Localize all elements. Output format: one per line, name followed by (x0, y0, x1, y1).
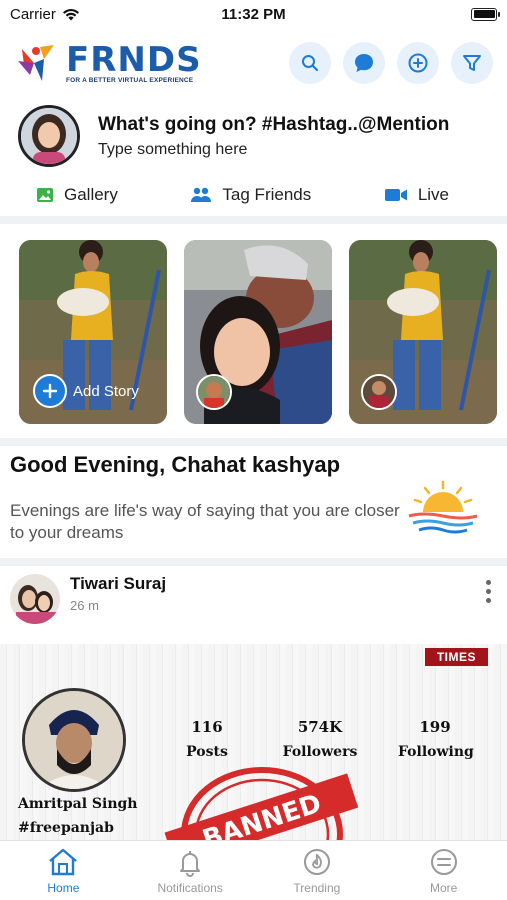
live-button[interactable]: Live (384, 185, 449, 205)
logo-mark-icon (18, 45, 54, 81)
media-profile-handle: #freepanjab (18, 820, 114, 836)
post-header: Tiwari Suraj 26 m (10, 574, 497, 626)
post-composer[interactable]: What's going on? #Hashtag..@Mention Type… (0, 104, 507, 168)
post-media[interactable]: TIMES Amritpal Singh #freepanjab 116 Pos… (0, 644, 507, 840)
tab-home-label: Home (47, 881, 80, 895)
greeting-text: Evenings are life's way of saying that y… (10, 501, 400, 542)
story-user-avatar (361, 374, 397, 410)
banned-stamp: BANNED (164, 767, 359, 840)
add-story-label: Add Story (73, 382, 139, 400)
post-author-name[interactable]: Tiwari Suraj (70, 574, 166, 594)
story-user-avatar (196, 374, 232, 410)
user-avatar-image (21, 108, 77, 164)
tag-friends-label: Tag Friends (222, 185, 312, 204)
gallery-button[interactable]: Gallery (36, 185, 118, 205)
create-button[interactable] (397, 42, 439, 84)
search-button[interactable] (289, 42, 331, 84)
post-timestamp: 26 m (70, 598, 99, 613)
tab-more-label: More (429, 881, 458, 895)
app-logo[interactable]: FRNDS FOR A BETTER VIRTUAL EXPERIENCE (14, 39, 202, 87)
filter-button[interactable] (451, 42, 493, 84)
sunset-icon (408, 480, 478, 534)
tag-friends-button[interactable]: Tag Friends (190, 185, 311, 205)
add-story-button[interactable]: Add Story (33, 374, 139, 408)
tab-more[interactable]: More (380, 841, 507, 900)
search-icon (302, 55, 319, 72)
composer-prompt: What's going on? #Hashtag..@Mention (98, 113, 450, 135)
gallery-icon (37, 188, 53, 202)
video-camera-icon (384, 189, 407, 201)
add-story-card[interactable]: Add Story (19, 240, 167, 424)
flame-icon (303, 849, 330, 875)
chat-icon (355, 54, 373, 72)
divider (0, 558, 507, 566)
user-avatar[interactable] (18, 105, 80, 167)
add-icon (408, 53, 428, 73)
gallery-label: Gallery (64, 185, 118, 204)
plus-icon (33, 374, 67, 408)
carrier-label: Carrier (10, 5, 56, 23)
more-vertical-icon (486, 580, 491, 585)
logo-tagline: FOR A BETTER VIRTUAL EXPERIENCE (66, 76, 194, 84)
stories-row: Add Story (19, 240, 497, 424)
status-bar: Carrier 11:32 PM (0, 0, 507, 28)
tab-trending-label: Trending (293, 881, 341, 895)
divider (0, 438, 507, 446)
app-header: FRNDS FOR A BETTER VIRTUAL EXPERIENCE (0, 32, 507, 94)
story-card[interactable] (349, 240, 497, 424)
menu-icon (430, 849, 457, 875)
bell-icon (180, 851, 201, 877)
media-profile-name: Amritpal Singh (18, 796, 138, 812)
story-card[interactable] (184, 240, 332, 424)
tab-home[interactable]: Home (0, 841, 127, 900)
composer-input[interactable]: Type something here (98, 141, 449, 159)
filter-icon (463, 55, 481, 71)
live-label: Live (417, 185, 449, 204)
logo-wordmark: FRNDS (66, 39, 202, 80)
post-author-avatar[interactable] (10, 574, 60, 624)
greeting-card: Good Evening, Chahat kashyap Evenings ar… (10, 452, 497, 548)
composer-actions: Gallery Tag Friends Live (0, 178, 507, 212)
status-time: 11:32 PM (221, 5, 286, 23)
tag-friends-icon (191, 187, 212, 202)
greeting-title: Good Evening, Chahat kashyap (10, 452, 341, 477)
divider (0, 216, 507, 224)
wifi-icon (62, 8, 79, 20)
battery-icon (471, 7, 500, 21)
times-badge: TIMES (424, 648, 488, 666)
home-icon (49, 848, 78, 876)
post-options-button[interactable] (480, 580, 497, 603)
messages-button[interactable] (343, 42, 385, 84)
bottom-tab-bar: Home Notifications Trending More (0, 840, 507, 900)
media-stat-following: 199 Following (398, 718, 474, 760)
tab-notifications[interactable]: Notifications (127, 841, 254, 900)
tab-trending[interactable]: Trending (254, 841, 381, 900)
banned-stamp-text: BANNED (199, 789, 325, 840)
media-profile-photo (22, 688, 126, 792)
tab-notifications-label: Notifications (157, 881, 223, 895)
